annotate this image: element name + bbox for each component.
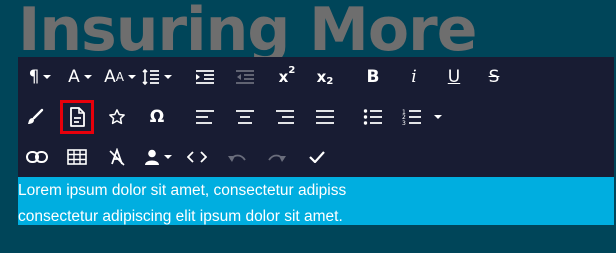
ordered-list-icon: 123 bbox=[402, 108, 422, 126]
outdent-button[interactable] bbox=[230, 57, 260, 97]
align-right-button[interactable] bbox=[270, 97, 300, 137]
clear-format-icon bbox=[108, 148, 126, 166]
special-characters-omega-icon: Ω bbox=[149, 107, 165, 127]
star-icon bbox=[108, 108, 126, 126]
underline-icon: U bbox=[447, 67, 461, 87]
chevron-down-icon bbox=[127, 75, 136, 79]
indent-icon bbox=[195, 69, 215, 85]
align-left-button[interactable] bbox=[190, 97, 220, 137]
font-size-icon: AA bbox=[104, 67, 124, 87]
underline-button[interactable]: U bbox=[439, 57, 469, 97]
align-center-icon bbox=[235, 110, 255, 124]
align-right-icon bbox=[275, 110, 295, 124]
superscript-button[interactable]: x2 bbox=[271, 57, 303, 97]
chevron-down-icon bbox=[434, 115, 442, 119]
clear-formatting-brush-icon bbox=[26, 108, 44, 126]
insert-file-button[interactable] bbox=[60, 100, 94, 134]
align-center-button[interactable] bbox=[230, 97, 260, 137]
clear-format-button[interactable] bbox=[102, 137, 132, 177]
editor-content[interactable]: Lorem ipsum dolor sit amet, consectetur … bbox=[18, 177, 614, 225]
chevron-down-icon bbox=[164, 155, 172, 159]
clear-formatting-button[interactable] bbox=[20, 97, 50, 137]
font-size-button[interactable]: AA bbox=[100, 57, 140, 97]
indent-button[interactable] bbox=[190, 57, 220, 97]
subscript-icon: x2 bbox=[316, 68, 334, 87]
chevron-down-icon bbox=[43, 75, 52, 79]
code-view-icon bbox=[187, 150, 207, 164]
strikethrough-icon: S bbox=[488, 67, 500, 87]
chevron-down-icon bbox=[83, 75, 92, 79]
insert-link-button[interactable] bbox=[22, 137, 52, 177]
redo-icon bbox=[267, 151, 287, 163]
table-icon bbox=[67, 149, 87, 165]
content-line-2: consectetur adipiscing elit ipsum dolor … bbox=[18, 208, 343, 225]
line-height-button[interactable] bbox=[138, 57, 176, 97]
code-view-button[interactable] bbox=[182, 137, 212, 177]
align-left-icon bbox=[195, 110, 215, 124]
content-line-1: Lorem ipsum dolor sit amet, consectetur … bbox=[18, 182, 347, 199]
strikethrough-button[interactable]: S bbox=[479, 57, 509, 97]
font-family-icon: A bbox=[68, 67, 80, 87]
italic-button[interactable]: i bbox=[399, 57, 429, 97]
insert-table-button[interactable] bbox=[62, 137, 92, 177]
special-characters-button[interactable]: Ω bbox=[142, 97, 172, 137]
font-family-button[interactable]: A bbox=[62, 57, 98, 97]
ordered-list-button[interactable]: 123 bbox=[398, 97, 446, 137]
toolbar-row-1: ¶ A AA x2 x 2 B i U S bbox=[18, 57, 614, 97]
bold-icon: B bbox=[366, 67, 380, 87]
favorite-button[interactable] bbox=[102, 97, 132, 137]
outdent-icon bbox=[235, 69, 255, 85]
user-icon bbox=[144, 149, 160, 165]
align-justify-button[interactable] bbox=[310, 97, 340, 137]
paragraph-format-button[interactable]: ¶ bbox=[22, 57, 58, 97]
subscript-button[interactable]: x2 bbox=[309, 57, 341, 97]
toolbar-row-2: Ω 123 bbox=[18, 97, 614, 137]
svg-text:3: 3 bbox=[402, 120, 406, 126]
user-button[interactable] bbox=[140, 137, 176, 177]
link-icon bbox=[26, 151, 48, 163]
redo-button[interactable] bbox=[262, 137, 292, 177]
line-height-icon bbox=[142, 68, 160, 86]
document-icon bbox=[69, 107, 85, 127]
undo-button[interactable] bbox=[222, 137, 252, 177]
checkmark-icon bbox=[309, 151, 325, 163]
undo-icon bbox=[227, 151, 247, 163]
bold-button[interactable]: B bbox=[358, 57, 388, 97]
paragraph-format-icon: ¶ bbox=[28, 67, 40, 87]
unordered-list-icon bbox=[363, 109, 383, 125]
toolbar-row-3 bbox=[18, 137, 614, 177]
unordered-list-button[interactable] bbox=[358, 97, 388, 137]
italic-icon: i bbox=[411, 67, 417, 87]
editor-toolbar: ¶ A AA x2 x 2 B i U S Ω 1 2 3 bbox=[18, 57, 614, 177]
superscript-icon: x2 bbox=[278, 65, 296, 86]
align-justify-icon bbox=[315, 110, 335, 124]
chevron-down-icon bbox=[164, 75, 172, 79]
select-all-button[interactable] bbox=[302, 137, 332, 177]
